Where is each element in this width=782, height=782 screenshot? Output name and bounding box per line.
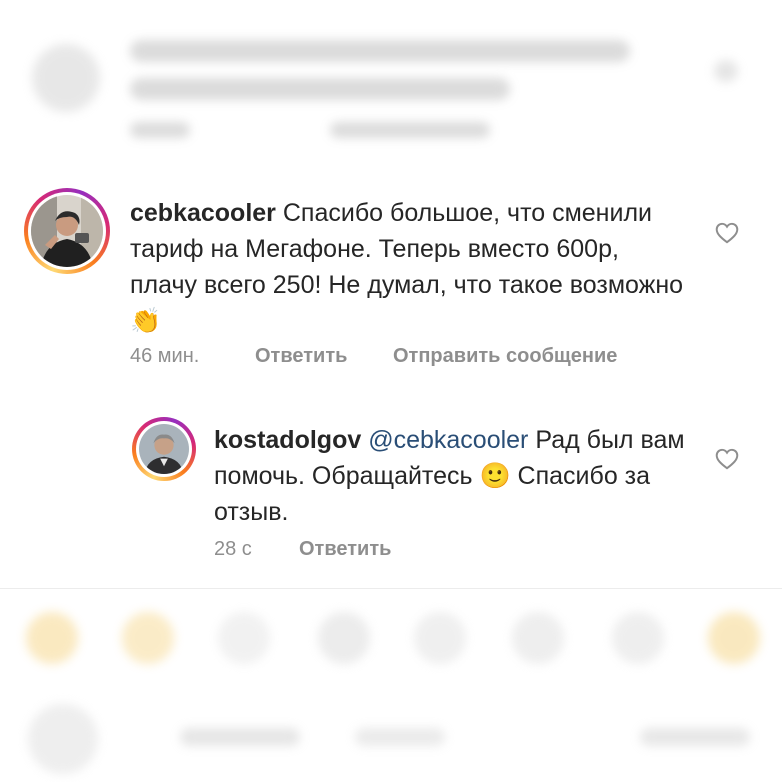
previous-comment-meta [330, 122, 490, 138]
send-message-button-wrap: Отправить сообщение [393, 344, 617, 368]
comment-meta: 46 мин. [130, 344, 199, 368]
fire-emoji-icon[interactable] [218, 612, 270, 664]
heart-icon[interactable] [714, 220, 740, 246]
reply-button-wrap: Ответить [299, 537, 391, 561]
reply-button[interactable]: Ответить [299, 538, 391, 560]
reply-timestamp: 28 с [214, 538, 252, 560]
previous-comment-text-line [130, 40, 630, 62]
previous-comment-meta [130, 122, 190, 138]
reply-body: kostadolgov @cebkacooler Рад был вам пом… [214, 422, 694, 530]
post-button[interactable] [640, 728, 750, 746]
crying-laughing-emoji-icon[interactable] [414, 612, 466, 664]
comment-input-placeholder[interactable] [180, 728, 300, 746]
mention-link[interactable]: @cebkacooler [368, 426, 528, 454]
avatar-photo [139, 424, 189, 474]
previous-comment-avatar [32, 44, 100, 112]
avatar-photo [31, 195, 103, 267]
reply-meta: 28 с [214, 537, 252, 561]
reply-button[interactable]: Ответить [255, 345, 347, 367]
comment-input-placeholder[interactable] [355, 728, 445, 746]
reply-username[interactable]: kostadolgov [214, 426, 361, 454]
send-message-button[interactable]: Отправить сообщение [393, 345, 617, 367]
divider [0, 588, 782, 589]
heart-icon[interactable] [714, 446, 740, 472]
comment-username[interactable]: cebkacooler [130, 199, 276, 227]
comment-timestamp: 46 мин. [130, 345, 200, 367]
hands-emoji-icon[interactable] [318, 612, 370, 664]
surprised-emoji-icon[interactable] [612, 612, 664, 664]
previous-comment-text-line [130, 78, 510, 100]
clap-emoji-icon[interactable] [122, 612, 174, 664]
current-user-avatar [28, 704, 98, 774]
heart-eyes-emoji-icon[interactable] [26, 612, 78, 664]
smiling-emoji-icon[interactable] [708, 612, 760, 664]
avatar[interactable] [24, 188, 110, 274]
previous-comment-heart-icon [714, 60, 738, 82]
party-emoji-icon[interactable] [512, 612, 564, 664]
avatar[interactable] [132, 417, 196, 481]
reply-button-wrap: Ответить [255, 344, 347, 368]
comment-body: cebkacooler Спасибо большое, что сменили… [130, 195, 690, 339]
